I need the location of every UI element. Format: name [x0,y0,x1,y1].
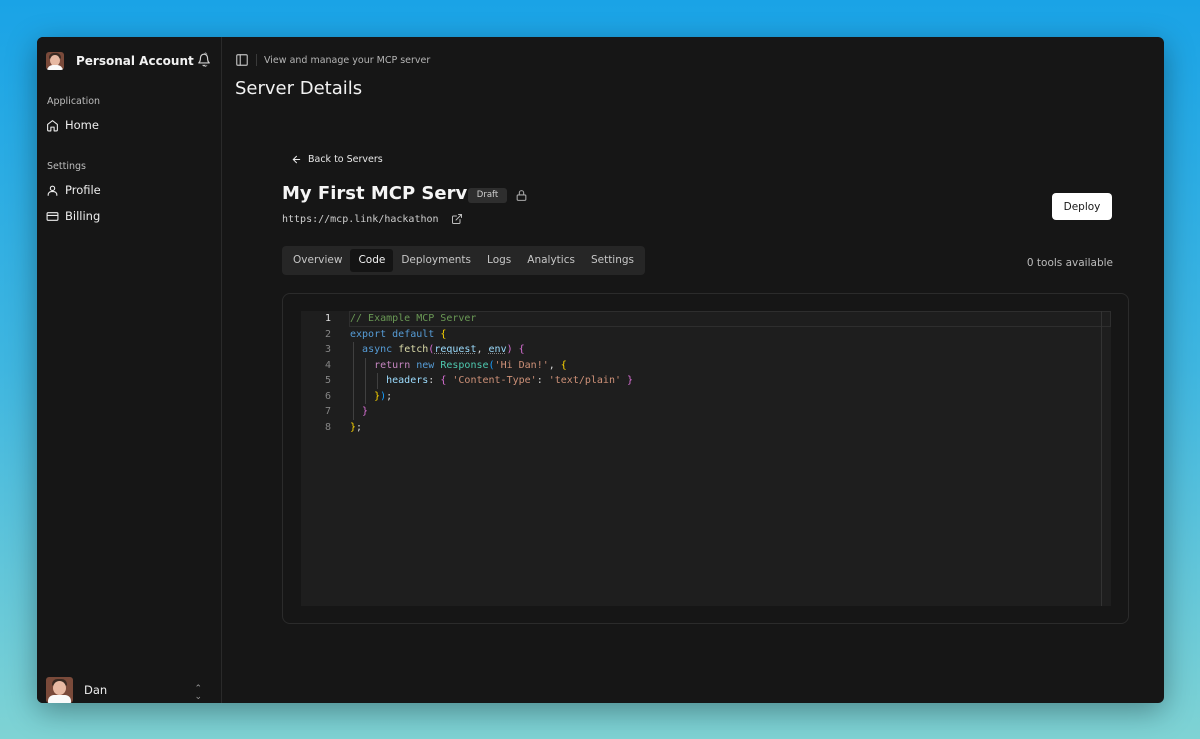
indent-guide [365,373,367,389]
bell-icon[interactable] [197,53,211,67]
code-line: } [350,404,633,420]
tab-logs[interactable]: Logs [479,249,519,272]
app-window: Personal Account ⌃ ⌄ Application Home Set… [37,37,1164,703]
section-label-settings: Settings [47,161,86,172]
main-content: View and manage your MCP server Server D… [223,37,1164,703]
code-lines: // Example MCP Server export default { a… [350,311,633,435]
server-url: https://mcp.link/hackathon [282,214,439,225]
code-line: headers: { 'Content-Type': 'text/plain' … [350,373,633,389]
toggle-sidebar-icon[interactable] [235,53,249,67]
back-to-servers-link[interactable]: Back to Servers [291,154,383,165]
code-editor[interactable]: 1 2 3 4 5 6 7 8 // Example MCP Server ex… [301,311,1111,606]
indent-guide [353,342,354,358]
indent-guide [353,404,354,420]
account-avatar [46,52,64,70]
indent-guide [365,357,367,373]
editor-scrollbar[interactable] [1101,311,1102,606]
sidebar-item-profile[interactable]: Profile [46,180,214,200]
line-number: 6 [324,390,331,402]
indent-guide [353,388,354,404]
sidebar-item-label: Billing [65,209,101,223]
status-badge: Draft [468,188,507,203]
indent-guide [365,388,367,404]
section-label-application: Application [47,96,101,107]
indent-guide [353,357,354,373]
line-number-gutter: 1 2 3 4 5 6 7 8 [301,311,331,435]
tab-analytics[interactable]: Analytics [519,249,583,272]
topbar: View and manage your MCP server [235,52,430,68]
code-line: async fetch(request, env) { [350,342,633,358]
code-line: return new Response('Hi Dan!', { [350,357,633,373]
tools-available-count: 0 tools available [1026,257,1113,269]
code-editor-card: 1 2 3 4 5 6 7 8 // Example MCP Server ex… [282,293,1129,624]
line-number: 5 [324,375,331,386]
account-switcher[interactable]: Personal Account ⌃ ⌄ [46,51,216,71]
page-subtitle: View and manage your MCP server [264,54,431,66]
sidebar-item-home[interactable]: Home [46,115,214,135]
code-line: }); [350,388,633,404]
sidebar: Personal Account ⌃ ⌄ Application Home Set… [37,37,222,703]
code-line: export default { [350,328,447,340]
line-number: 2 [324,328,331,340]
line-number: 8 [324,421,331,433]
arrow-left-icon [292,155,301,164]
deploy-button[interactable]: Deploy [1052,193,1112,220]
user-avatar [46,677,73,703]
external-link-icon[interactable] [451,213,463,225]
credit-card-icon [46,211,59,221]
tab-deployments[interactable]: Deployments [393,249,479,272]
sidebar-item-label: Profile [65,183,101,197]
lock-open-icon[interactable] [515,189,528,202]
sidebar-item-billing[interactable]: Billing [46,206,214,226]
line-number: 1 [324,313,331,324]
line-number: 3 [324,344,331,355]
code-line: }; [350,421,363,433]
indent-guide [353,373,354,389]
code-line: // Example MCP Server [350,313,477,324]
back-label: Back to Servers [308,154,383,165]
user-name: Dan [84,683,108,697]
indent-guide [377,373,379,389]
page-title: Server Details [235,78,363,99]
divider [256,54,257,66]
account-name: Personal Account [76,54,194,68]
line-number: 4 [324,359,331,371]
user-menu[interactable]: Dan ⌃ ⌄ [46,677,216,703]
tab-bar: Overview Code Deployments Logs Analytics… [282,246,646,275]
chevron-up-down-icon: ⌃ ⌄ [194,684,202,702]
tab-code[interactable]: Code [350,249,394,272]
tab-overview[interactable]: Overview [285,249,350,272]
sidebar-item-label: Home [65,118,99,132]
home-icon [47,119,58,131]
user-icon [47,185,58,196]
server-name: My First MCP Server [282,183,489,204]
tab-settings[interactable]: Settings [583,249,642,272]
line-number: 7 [324,406,331,417]
